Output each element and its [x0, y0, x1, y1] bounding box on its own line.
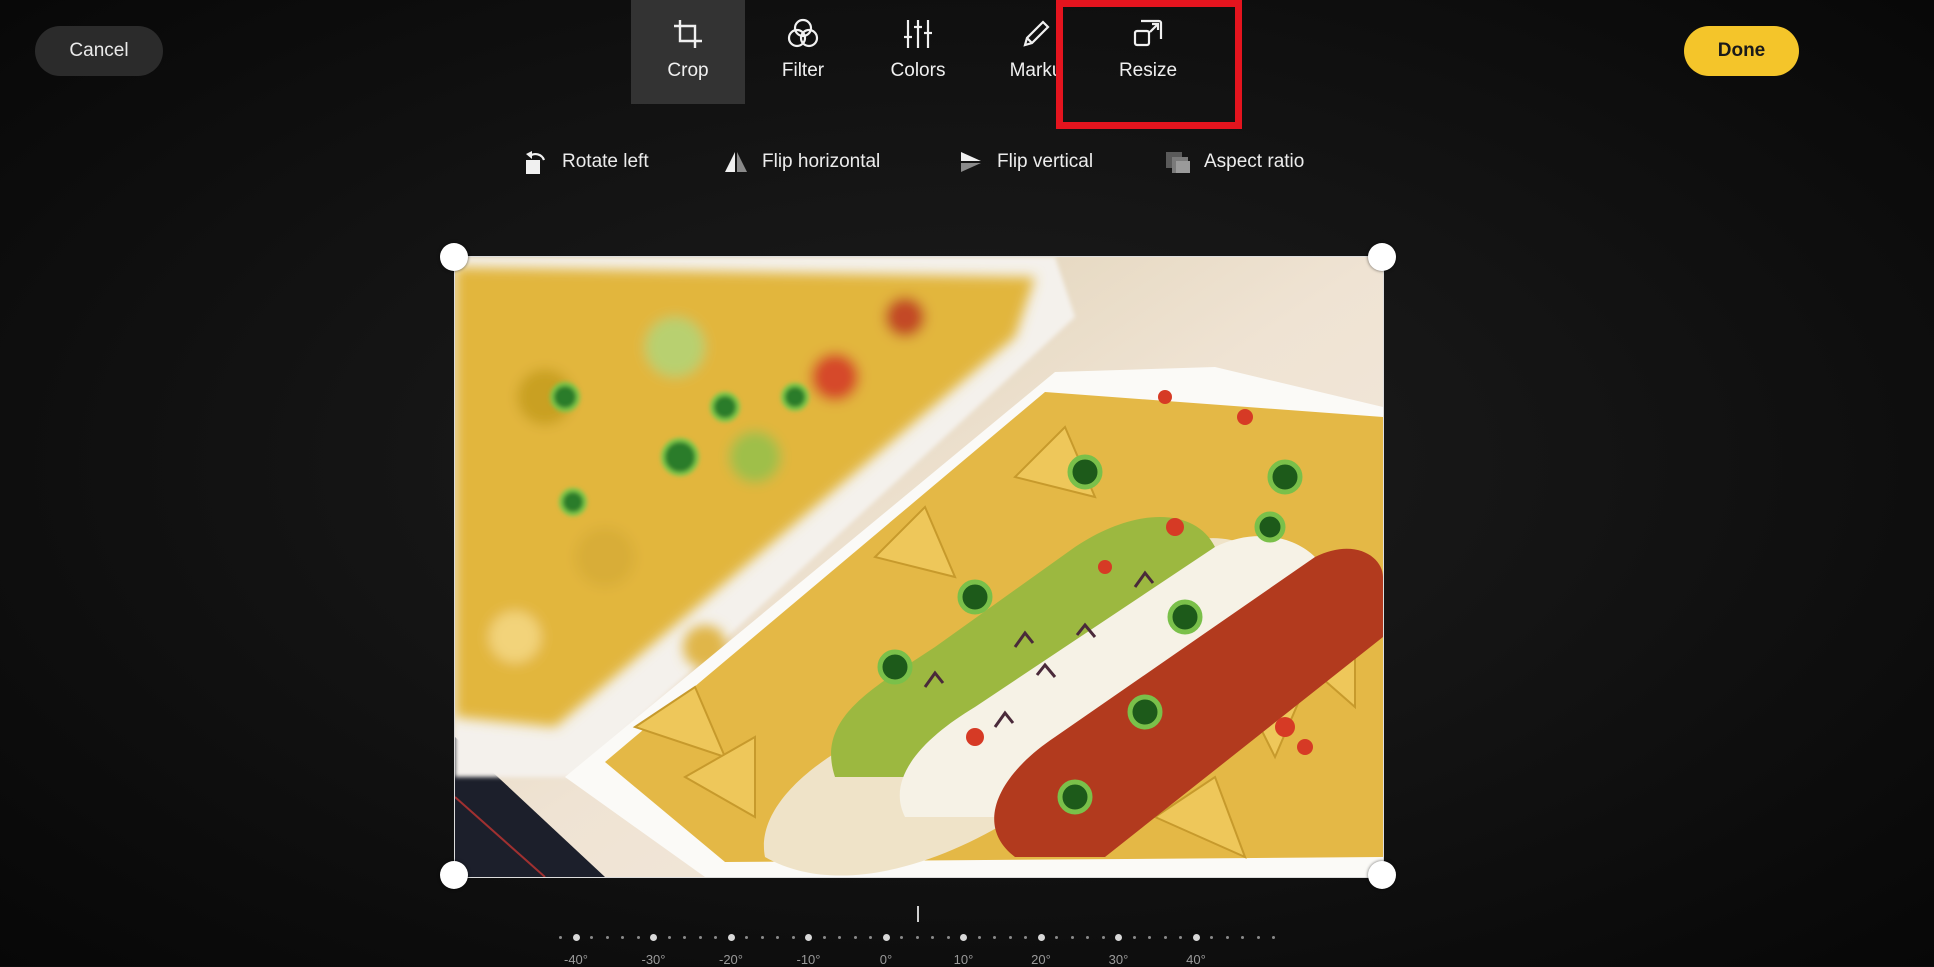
tab-resize-label: Resize: [1118, 60, 1178, 81]
rotate-left-button[interactable]: Rotate left: [522, 146, 649, 178]
ruler-tick-label: 40°: [1186, 952, 1206, 967]
crop-handle-bottom-left[interactable]: [440, 861, 468, 889]
ruler-minor-tick: [1272, 936, 1275, 939]
ruler-tick-label: 0°: [879, 952, 893, 967]
tab-markup[interactable]: Marku: [976, 0, 1056, 104]
ruler-minor-tick: [900, 936, 903, 939]
ruler-minor-tick: [1148, 936, 1151, 939]
ruler-minor-tick: [869, 936, 872, 939]
aspect-ratio-label: Aspect ratio: [1204, 151, 1305, 172]
ruler-major-tick: [882, 934, 890, 941]
ruler-minor-tick: [745, 936, 748, 939]
tab-resize[interactable]: Resize: [1091, 0, 1205, 104]
ruler-major-tick: [727, 934, 735, 941]
ruler-tick-label: -20°: [719, 952, 743, 967]
ruler-minor-tick: [683, 936, 686, 939]
ruler-minor-tick: [698, 936, 702, 939]
ruler-minor-tick: [714, 936, 717, 939]
cancel-button[interactable]: Cancel: [35, 26, 163, 76]
ruler-minor-tick: [605, 936, 609, 939]
ruler-minor-tick: [931, 936, 934, 939]
tab-filter[interactable]: Filter: [746, 0, 860, 104]
ruler-minor-tick: [1070, 936, 1074, 939]
flip-vertical-icon: [957, 148, 985, 176]
flip-horizontal-icon: [722, 148, 750, 176]
ruler-minor-tick: [1179, 936, 1182, 939]
ruler-tick-label: 20°: [1031, 952, 1051, 967]
rotation-angle-ruler[interactable]: -40° -30° -20° -10° 0° 10° 20° 30° 40°: [559, 900, 1280, 967]
ruler-center-indicator: [917, 906, 919, 922]
flip-vertical-label: Flip vertical: [997, 151, 1094, 172]
ruler-minor-tick: [1008, 936, 1012, 939]
ruler-major-tick: [805, 934, 812, 941]
ruler-minor-tick: [1163, 936, 1167, 939]
ruler-minor-tick: [791, 936, 795, 939]
ruler-minor-tick: [1024, 936, 1027, 939]
tab-crop-label: Crop: [667, 60, 709, 81]
ruler-minor-tick: [559, 936, 562, 939]
ruler-minor-tick: [946, 936, 950, 939]
crop-icon: [670, 16, 706, 52]
ruler-minor-tick: [993, 936, 996, 939]
tab-markup-label: Marku: [1009, 60, 1056, 81]
aspect-ratio-button[interactable]: Aspect ratio: [1164, 146, 1304, 178]
ruler-major-tick: [650, 934, 657, 941]
ruler-major-tick: [572, 934, 580, 941]
ruler-minor-tick: [1132, 936, 1136, 939]
ruler-minor-tick: [667, 936, 671, 939]
ruler-minor-tick: [977, 936, 981, 939]
sliders-icon: [900, 16, 936, 52]
ruler-tick-label: 10°: [953, 952, 974, 967]
aspect-ratio-icon: [1164, 148, 1192, 176]
ruler-tick-label: -30°: [641, 952, 666, 967]
ruler-minor-tick: [1210, 936, 1213, 939]
nachos-photo: [455, 257, 1383, 877]
ruler-minor-tick: [1256, 936, 1260, 939]
crop-handle-top-left[interactable]: [440, 243, 468, 271]
rotate-left-icon: [522, 148, 550, 176]
ruler-minor-tick: [636, 936, 640, 939]
ruler-minor-tick: [915, 936, 919, 939]
ruler-major-tick: [960, 934, 967, 941]
ruler-minor-tick: [621, 936, 624, 939]
ruler-minor-tick: [590, 936, 593, 939]
ruler-minor-tick: [760, 936, 764, 939]
tab-crop[interactable]: Crop: [631, 0, 745, 104]
filter-icon: [785, 16, 821, 52]
ruler-minor-tick: [1055, 936, 1058, 939]
ruler-minor-tick: [1101, 936, 1105, 939]
ruler-minor-tick: [838, 936, 841, 939]
ruler-tick-label: 30°: [1108, 952, 1129, 967]
ruler-major-tick: [1037, 934, 1045, 941]
photo-editor: Cancel Done Crop Filter Colors Mark Resi…: [0, 0, 1934, 967]
tab-colors-label: Colors: [890, 60, 946, 81]
ruler-minor-tick: [822, 936, 826, 939]
tab-colors[interactable]: Colors: [861, 0, 975, 104]
done-button[interactable]: Done: [1684, 26, 1799, 76]
ruler-minor-tick: [1086, 936, 1089, 939]
ruler-tick-label: -40°: [564, 952, 588, 967]
ruler-major-tick: [1115, 934, 1122, 941]
crop-handle-top-right[interactable]: [1368, 243, 1396, 271]
tab-filter-label: Filter: [781, 60, 825, 81]
flip-horizontal-button[interactable]: Flip horizontal: [722, 146, 880, 178]
ruler-minor-tick: [1241, 936, 1244, 939]
flip-vertical-button[interactable]: Flip vertical: [957, 146, 1093, 178]
photo-canvas[interactable]: [454, 256, 1384, 878]
flip-horizontal-label: Flip horizontal: [762, 151, 881, 172]
rotate-left-label: Rotate left: [562, 151, 649, 172]
crop-handle-bottom-right[interactable]: [1368, 861, 1396, 889]
ruler-tick-label: -10°: [796, 952, 821, 967]
ruler-minor-tick: [853, 936, 857, 939]
ruler-major-tick: [1192, 934, 1200, 941]
resize-icon: [1130, 16, 1166, 52]
ruler-minor-tick: [776, 936, 779, 939]
ruler-minor-tick: [1225, 936, 1229, 939]
pen-icon: [1018, 16, 1054, 52]
